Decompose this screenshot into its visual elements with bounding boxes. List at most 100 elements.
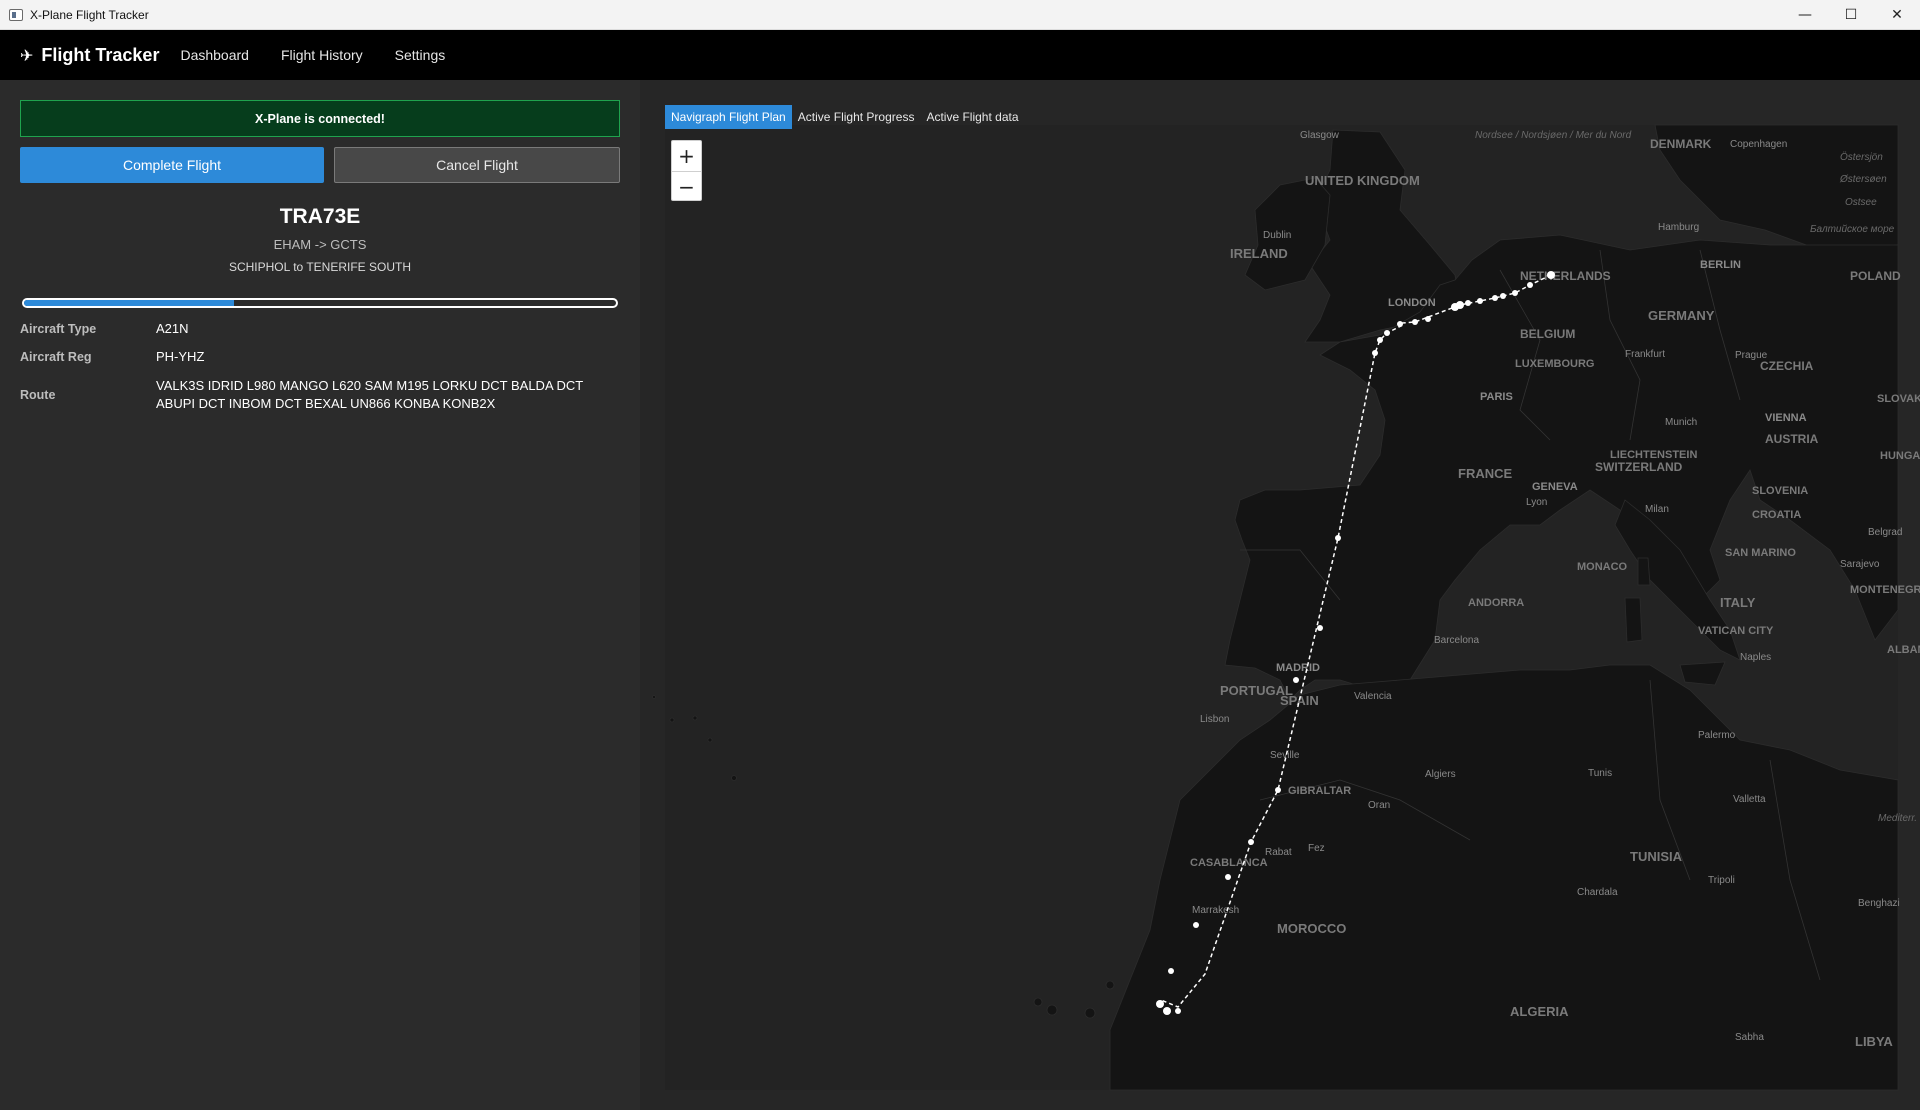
map-label-berlin: BERLIN — [1700, 259, 1741, 271]
map-label-italy: ITALY — [1720, 595, 1756, 610]
window-title: X-Plane Flight Tracker — [30, 7, 149, 22]
map-label-rabat: Rabat — [1265, 847, 1292, 858]
complete-flight-button[interactable]: Complete Flight — [20, 147, 324, 183]
waypoint-dot — [1425, 316, 1431, 322]
map-label-oran: Oran — [1368, 800, 1390, 811]
map-label-belgrade: Belgrad — [1868, 527, 1902, 538]
brand[interactable]: ✈ Flight Tracker — [20, 45, 159, 66]
map-panel: Glasgow UNITED KINGDOM Nordsee / Nordsjø… — [640, 80, 1920, 1110]
map-label-germany: GERMANY — [1648, 308, 1715, 323]
nav-link-flight-history[interactable]: Flight History — [281, 47, 363, 63]
app-icon — [9, 8, 23, 21]
map-label-tunis: Tunis — [1588, 768, 1612, 779]
waypoint-dot — [1384, 330, 1390, 336]
map-label-lyon: Lyon — [1526, 497, 1547, 508]
map-label-paris: PARIS — [1480, 391, 1513, 403]
flight-progress-fill — [24, 300, 235, 306]
airplane-icon: ✈ — [20, 45, 34, 65]
aircraft-type-label: Aircraft Type — [20, 322, 97, 336]
map-label-glasgow: Glasgow — [1300, 130, 1340, 141]
map-label-ostersoen: Østersøen — [1839, 174, 1887, 185]
map-label-spain: SPAIN — [1280, 693, 1319, 708]
window-controls: — ☐ ✕ — [1782, 0, 1920, 30]
nav-link-settings[interactable]: Settings — [395, 47, 446, 63]
map-label-gibraltar: GIBRALTAR — [1288, 785, 1351, 797]
map-label-geneva: GENEVA — [1532, 481, 1578, 493]
aircraft-reg-value: PH-YHZ — [156, 349, 205, 364]
map-label-baltic: Балтийское море — [1810, 224, 1895, 235]
tab-active-flight-progress[interactable]: Active Flight Progress — [792, 105, 921, 129]
map-tabs: Navigraph Flight Plan Active Flight Prog… — [665, 105, 1025, 129]
map-label-naples: Naples — [1740, 652, 1771, 663]
map-label-frankfurt: Frankfurt — [1625, 349, 1665, 360]
route-label: Route — [20, 388, 56, 402]
waypoint-dot — [1412, 319, 1418, 325]
map-label-netherlands: NETHERLANDS — [1520, 269, 1611, 283]
map-label-vatican: VATICAN CITY — [1698, 625, 1774, 637]
waypoint-dot — [1317, 625, 1323, 631]
map-label-andorra: ANDORRA — [1468, 597, 1524, 609]
waypoint-dot — [1451, 303, 1459, 311]
nav-link-dashboard[interactable]: Dashboard — [180, 47, 249, 63]
map-label-austria: AUSTRIA — [1765, 432, 1819, 446]
map-label-hamburg: Hamburg — [1658, 222, 1699, 233]
map-label-belgium: BELGIUM — [1520, 327, 1575, 341]
top-navbar: ✈ Flight Tracker Dashboard Flight Histor… — [0, 30, 1920, 80]
map-label-benghazi: Benghazi — [1858, 898, 1900, 909]
waypoint-dot — [1397, 321, 1403, 327]
map-label-london: LONDON — [1388, 297, 1436, 309]
map-label-valletta: Valletta — [1733, 794, 1766, 805]
maximize-icon[interactable]: ☐ — [1828, 0, 1874, 30]
map-label-vienna: VIENNA — [1765, 412, 1807, 424]
close-icon[interactable]: ✕ — [1874, 0, 1920, 30]
map-label-san-marino: SAN MARINO — [1725, 547, 1796, 559]
map-label-copenhagen: Copenhagen — [1730, 139, 1787, 150]
window-title-bar: X-Plane Flight Tracker — ☐ ✕ — [0, 0, 1920, 30]
map-label-croatia: CROATIA — [1752, 509, 1801, 521]
route-value: VALK3S IDRID L980 MANGO L620 SAM M195 LO… — [156, 378, 583, 411]
waypoint-dot — [1477, 298, 1483, 304]
waypoint-dot — [1248, 839, 1254, 845]
map-label-montenegro: MONTENEGRO — [1850, 584, 1920, 596]
waypoint-dot — [1465, 300, 1471, 306]
waypoint-dot — [1512, 290, 1518, 296]
waypoint-dot — [1372, 350, 1378, 356]
waypoint-dot — [1335, 535, 1341, 541]
route-airport-codes: EHAM -> GCTS — [273, 237, 367, 252]
map-label-uk: UNITED KINGDOM — [1305, 173, 1420, 188]
map-label-ostersjon: Östersjön — [1840, 151, 1883, 163]
connection-status-banner: X-Plane is connected! — [20, 100, 620, 137]
map-label-algeria: ALGERIA — [1510, 1004, 1569, 1019]
waypoint-dot — [1293, 677, 1299, 683]
zoom-out-button[interactable]: − — [672, 171, 701, 201]
waypoint-dot — [1193, 922, 1199, 928]
waypoint-dot — [1377, 337, 1383, 343]
waypoint-dot — [1547, 271, 1555, 279]
map-label-tripoli: Tripoli — [1708, 875, 1735, 886]
map-label-sarajevo: Sarajevo — [1840, 559, 1880, 570]
minimize-icon[interactable]: — — [1782, 0, 1828, 30]
flight-map[interactable]: Glasgow UNITED KINGDOM Nordsee / Nordsjø… — [640, 80, 1920, 1110]
map-label-slovakia: SLOVAKIA — [1877, 393, 1920, 405]
map-label-czechia: CZECHIA — [1760, 359, 1814, 373]
map-label-lisbon: Lisbon — [1200, 714, 1229, 725]
map-label-marrakesh: Marrakesh — [1192, 905, 1239, 916]
tab-navigraph-flight-plan[interactable]: Navigraph Flight Plan — [665, 105, 792, 129]
waypoint-dot — [1492, 295, 1498, 301]
waypoint-dot — [1175, 1008, 1181, 1014]
map-label-barcelona: Barcelona — [1434, 635, 1479, 646]
aircraft-reg-label: Aircraft Reg — [20, 350, 92, 364]
map-label-ostsee: Ostsee — [1845, 197, 1877, 208]
map-label-ireland: IRELAND — [1230, 246, 1288, 261]
map-label-france: FRANCE — [1458, 466, 1512, 481]
map-label-palermo: Palermo — [1698, 730, 1736, 741]
map-label-albania: ALBANIA — [1887, 644, 1920, 656]
map-label-casablanca: CASABLANCA — [1190, 857, 1268, 869]
map-label-valencia: Valencia — [1354, 691, 1392, 702]
zoom-in-button[interactable]: + — [672, 141, 701, 171]
flight-info-panel: X-Plane is connected! Complete Flight Ca… — [0, 80, 640, 1110]
map-label-monaco: MONACO — [1577, 561, 1628, 573]
map-label-dublin: Dublin — [1263, 230, 1291, 241]
cancel-flight-button[interactable]: Cancel Flight — [334, 147, 620, 183]
tab-active-flight-data[interactable]: Active Flight data — [920, 105, 1024, 129]
